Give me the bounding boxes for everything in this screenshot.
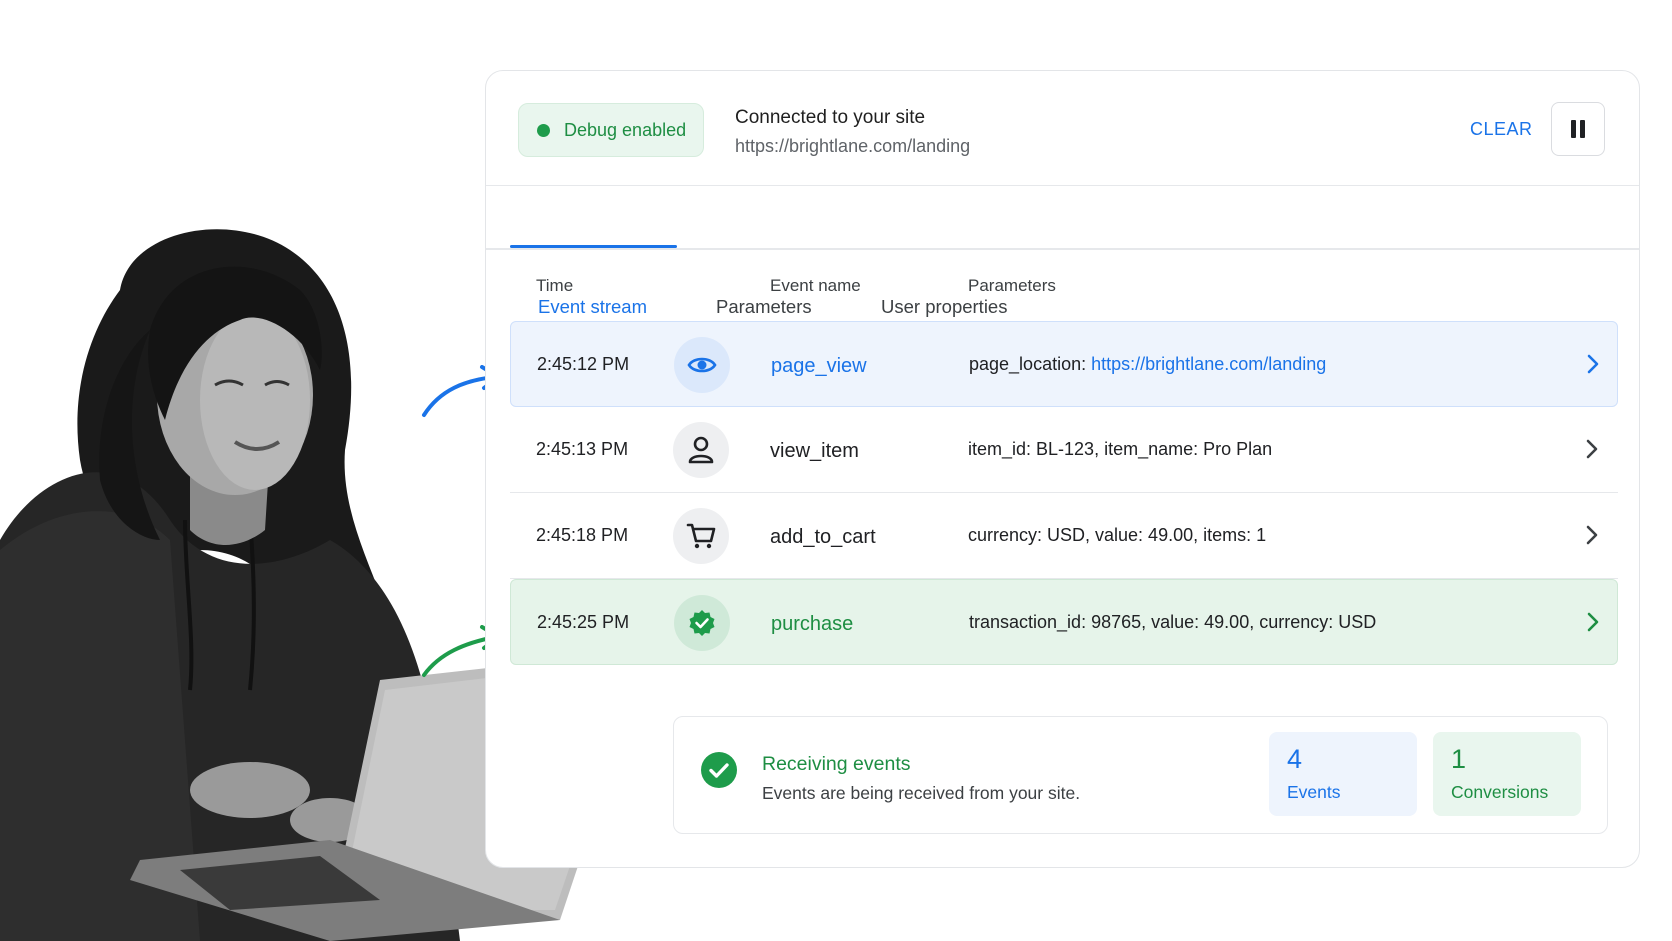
events-count: 4 bbox=[1287, 744, 1303, 774]
event-params: currency: USD, value: 49.00, items: 1 bbox=[968, 525, 1267, 545]
clear-button[interactable]: CLEAR bbox=[1470, 119, 1533, 140]
debug-panel: Debug enabled Connected to your site htt… bbox=[485, 70, 1640, 868]
conversions-label: Conversions bbox=[1451, 782, 1549, 802]
chevron-right-icon bbox=[1586, 439, 1598, 459]
event-time: 2:45:18 PM bbox=[536, 525, 629, 545]
eye-icon bbox=[674, 337, 730, 393]
summary-subtitle: Events are being received from your site… bbox=[762, 783, 1081, 803]
event-time: 2:45:12 PM bbox=[537, 354, 630, 374]
events-label: Events bbox=[1287, 782, 1341, 802]
debug-label: Debug enabled bbox=[564, 119, 687, 140]
param-link[interactable]: https://brightlane.com/landing bbox=[1091, 354, 1326, 374]
pause-button[interactable] bbox=[1551, 102, 1605, 156]
event-name: page_view bbox=[771, 355, 867, 377]
receiving-events-summary: Receiving events Events are being receiv… bbox=[673, 716, 1608, 834]
panel-header: Debug enabled Connected to your site htt… bbox=[486, 71, 1639, 186]
cart-icon bbox=[673, 508, 729, 564]
connection-title: Connected to your site bbox=[735, 107, 926, 128]
param-key: page_location: bbox=[969, 354, 1087, 374]
verified-badge-icon bbox=[674, 595, 730, 651]
tabs-divider bbox=[486, 248, 1639, 250]
column-header-time: Time bbox=[536, 276, 574, 295]
event-params: transaction_id: 98765, value: 49.00, cur… bbox=[969, 612, 1377, 632]
debug-status-badge: Debug enabled bbox=[518, 103, 704, 157]
event-row-view-item[interactable]: 2:45:13 PM view_item item_id: BL-123, it… bbox=[510, 407, 1618, 493]
tab-event-stream[interactable]: Event stream bbox=[538, 296, 647, 318]
column-header-parameters: Parameters bbox=[968, 276, 1056, 295]
summary-title: Receiving events bbox=[762, 753, 911, 775]
person-icon bbox=[673, 422, 729, 478]
chevron-right-icon bbox=[1587, 354, 1599, 374]
tab-user-properties[interactable]: User properties bbox=[881, 296, 1007, 318]
chevron-right-icon bbox=[1586, 525, 1598, 545]
event-name: purchase bbox=[771, 613, 854, 635]
column-header-event-name: Event name bbox=[770, 276, 861, 295]
status-dot-icon bbox=[537, 123, 550, 137]
event-name: add_to_cart bbox=[770, 526, 876, 548]
chevron-right-icon bbox=[1587, 612, 1599, 632]
event-params: page_location: https://brightlane.com/la… bbox=[969, 354, 1326, 375]
connection-url: https://brightlane.com/landing bbox=[735, 136, 971, 156]
tab-parameters[interactable]: Parameters bbox=[716, 296, 812, 318]
conversions-count-card: 1 Conversions bbox=[1433, 732, 1581, 816]
event-row-purchase[interactable]: 2:45:25 PM purchase transaction_id: 9876… bbox=[510, 579, 1618, 665]
event-name: view_item bbox=[770, 440, 859, 462]
event-params: item_id: BL-123, item_name: Pro Plan bbox=[968, 439, 1273, 459]
event-time: 2:45:13 PM bbox=[536, 439, 629, 459]
event-time: 2:45:25 PM bbox=[537, 612, 630, 632]
check-circle-icon bbox=[701, 752, 737, 788]
pause-icon bbox=[1571, 120, 1585, 138]
event-row-page-view[interactable]: 2:45:12 PM page_view page_location: http… bbox=[510, 321, 1618, 407]
event-row-add-to-cart[interactable]: 2:45:18 PM add_to_cart currency: USD, va… bbox=[510, 493, 1618, 579]
events-count-card: 4 Events bbox=[1269, 732, 1417, 816]
conversions-count: 1 bbox=[1451, 744, 1467, 774]
